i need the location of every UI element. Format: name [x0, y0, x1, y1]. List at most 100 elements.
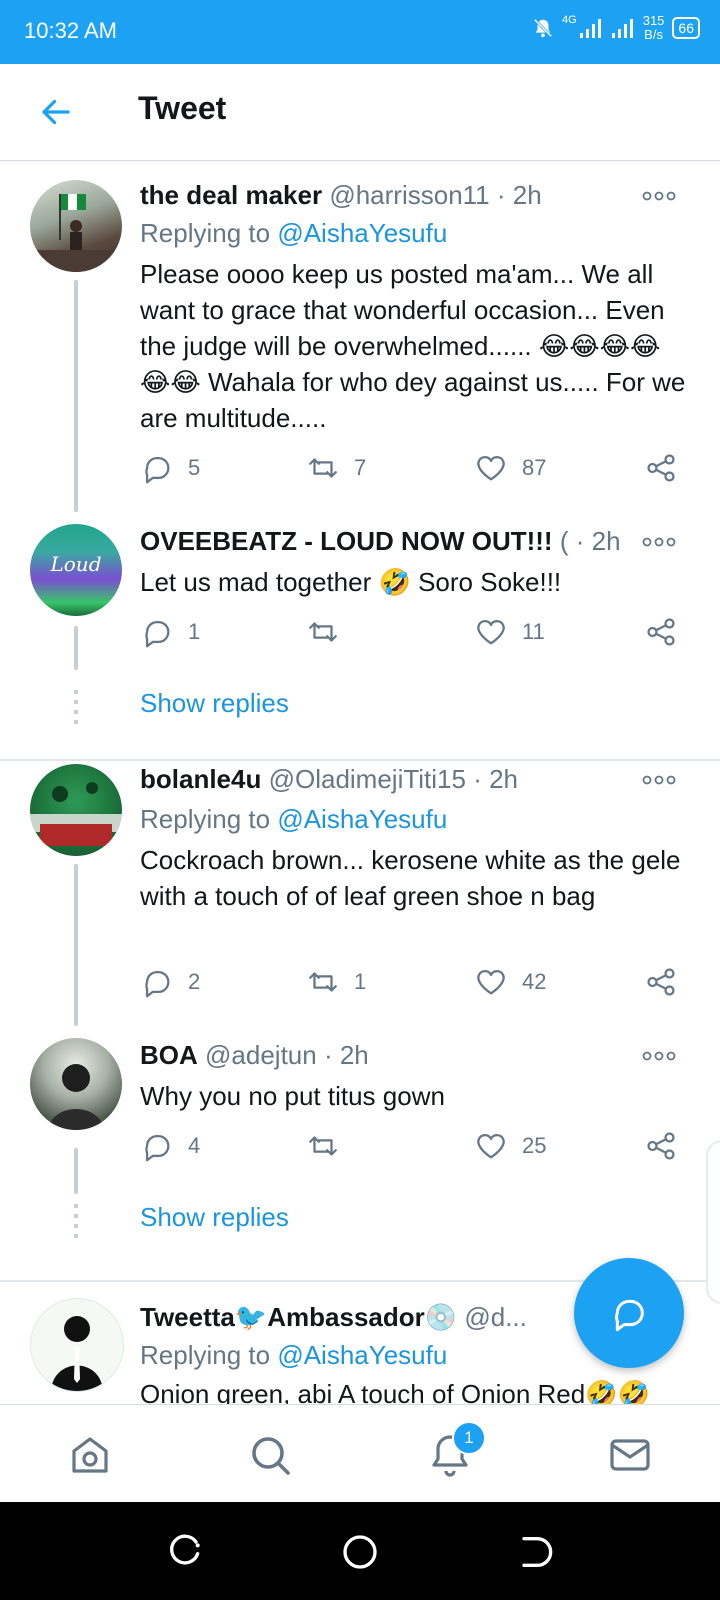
retweet-button[interactable]: [306, 1126, 354, 1166]
compose-reply-button[interactable]: [574, 1258, 684, 1368]
status-icons: 4G 315 B/s 66: [532, 14, 700, 42]
user-name[interactable]: the deal maker: [140, 180, 322, 210]
tweet-actions: 1 11: [140, 612, 690, 652]
net-speed-unit: B/s: [644, 27, 663, 42]
tweet-item[interactable]: the deal maker @harrisson11 · 2h Replyin…: [0, 162, 720, 512]
avatar-text: Loud: [50, 552, 102, 576]
retweet-count: 7: [354, 455, 367, 480]
tweet-text: Let us mad together 🤣 Soro Soke!!!: [140, 567, 562, 597]
tweet-actions: 5 7 87: [140, 448, 690, 488]
retweet-button[interactable]: [306, 612, 354, 652]
heart-icon: [477, 970, 505, 995]
reply-icon: [145, 970, 170, 998]
reply-button[interactable]: 4: [140, 1126, 200, 1166]
mention-link[interactable]: @AishaYesufu: [277, 218, 447, 248]
recent-apps-icon[interactable]: [166, 1532, 206, 1572]
retweet-count: 1: [354, 969, 367, 994]
arrow-left-icon[interactable]: [38, 94, 74, 130]
replying-label: Replying to: [140, 804, 271, 834]
tweet-item[interactable]: BOA @adejtun · 2h Why you no put titus g…: [0, 1036, 720, 1256]
user-handle[interactable]: @d...: [464, 1302, 527, 1332]
divider: [0, 759, 720, 761]
reply-count: 4: [188, 1133, 201, 1158]
user-handle[interactable]: @OladimejiTiti15: [269, 764, 466, 794]
reply-icon: [145, 620, 170, 648]
search-icon[interactable]: [246, 1431, 294, 1479]
like-button[interactable]: 11: [474, 612, 545, 652]
avatar[interactable]: [30, 1038, 122, 1130]
tweet-text: Onion green, abi A touch of Onion Red🤣🤣: [140, 1379, 650, 1404]
reply-icon: [145, 456, 170, 484]
avatar[interactable]: [30, 764, 122, 856]
scroll-indicator[interactable]: [706, 1140, 720, 1304]
back-icon[interactable]: [514, 1532, 554, 1572]
share-button[interactable]: [644, 612, 678, 652]
tweet-text: Please oooo keep us posted ma'am... We a…: [140, 259, 686, 433]
home-icon[interactable]: [66, 1431, 114, 1479]
mention-link[interactable]: @AishaYesufu: [277, 804, 447, 834]
thread-dotted-line: [74, 1204, 78, 1238]
reply-button[interactable]: 5: [140, 448, 200, 488]
user-name[interactable]: OVEEBEATZ - LOUD NOW OUT!!!: [140, 526, 553, 556]
avatar[interactable]: [30, 180, 122, 272]
tweet-text: Why you no put titus gown: [140, 1081, 445, 1111]
share-button[interactable]: [644, 962, 678, 1002]
retweet-button[interactable]: 7: [306, 448, 366, 488]
tweet-text: Cockroach brown... kerosene white as the…: [140, 845, 681, 911]
share-button[interactable]: [644, 448, 678, 488]
tweet-item[interactable]: bolanle4u @OladimejiTiti15 · 2h Replying…: [0, 762, 720, 1042]
retweet-button[interactable]: 1: [306, 962, 366, 1002]
heart-icon: [477, 456, 505, 481]
more-options-icon[interactable]: [642, 536, 676, 548]
messages-icon[interactable]: [606, 1431, 654, 1479]
tweet-time: · 2h: [473, 764, 519, 794]
reply-button[interactable]: 1: [140, 612, 200, 652]
share-icon: [647, 618, 675, 646]
like-count: 42: [522, 969, 547, 994]
tweet-header: bolanle4u @OladimejiTiti15 · 2h: [140, 764, 650, 795]
user-name[interactable]: BOA: [140, 1040, 198, 1070]
share-button[interactable]: [644, 1126, 678, 1166]
user-name[interactable]: bolanle4u: [140, 764, 261, 794]
retweet-icon: [309, 458, 337, 478]
like-count: 87: [522, 455, 547, 480]
user-handle[interactable]: @adejtun: [205, 1040, 317, 1070]
tweet-time: · 2h: [323, 1040, 369, 1070]
like-button[interactable]: 25: [474, 1126, 546, 1166]
top-app-bar: Tweet: [0, 64, 720, 161]
reply-feed[interactable]: the deal maker @harrisson11 · 2h Replyin…: [0, 162, 720, 1404]
mute-bell-icon: [533, 18, 553, 38]
notification-badge: 1: [452, 1421, 486, 1455]
more-options-icon[interactable]: [642, 1050, 676, 1062]
retweet-icon: [309, 1136, 337, 1156]
tweet-header: OVEEBEATZ - LOUD NOW OUT!!! ( · 2h: [140, 526, 650, 557]
more-options-icon[interactable]: [642, 774, 676, 786]
like-button[interactable]: 42: [474, 962, 546, 1002]
status-time: 10:32 AM: [24, 18, 117, 43]
replying-to: Replying to @AishaYesufu: [140, 218, 447, 249]
like-button[interactable]: 87: [474, 448, 546, 488]
reply-icon: [145, 1134, 170, 1162]
system-nav-bar: [0, 1502, 720, 1600]
user-name[interactable]: Tweetta🐦Ambassador💿: [140, 1302, 457, 1332]
more-options-icon[interactable]: [642, 190, 676, 202]
heart-icon: [477, 620, 505, 645]
user-handle[interactable]: @harrisson11: [329, 180, 489, 210]
retweet-icon: [309, 622, 337, 642]
chat-bubble-icon: [615, 1299, 644, 1332]
home-circle-icon[interactable]: [340, 1532, 380, 1572]
show-replies-link[interactable]: Show replies: [140, 1202, 289, 1233]
signal-icon: [611, 19, 633, 38]
user-handle[interactable]: (: [560, 526, 569, 556]
tweet-time: · 2h: [575, 526, 621, 556]
net-speed-value: 315: [642, 13, 665, 28]
avatar[interactable]: [30, 1298, 124, 1392]
tweet-item[interactable]: Loud OVEEBEATZ - LOUD NOW OUT!!! ( · 2h …: [0, 512, 720, 724]
tweet-header: Tweetta🐦Ambassador💿 @d...: [140, 1302, 540, 1333]
avatar[interactable]: Loud: [30, 524, 122, 616]
mention-link[interactable]: @AishaYesufu: [277, 1340, 447, 1370]
tweet-actions: 2 1 42: [140, 962, 690, 1002]
reply-count: 2: [188, 969, 201, 994]
show-replies-link[interactable]: Show replies: [140, 688, 289, 719]
reply-button[interactable]: 2: [140, 962, 200, 1002]
